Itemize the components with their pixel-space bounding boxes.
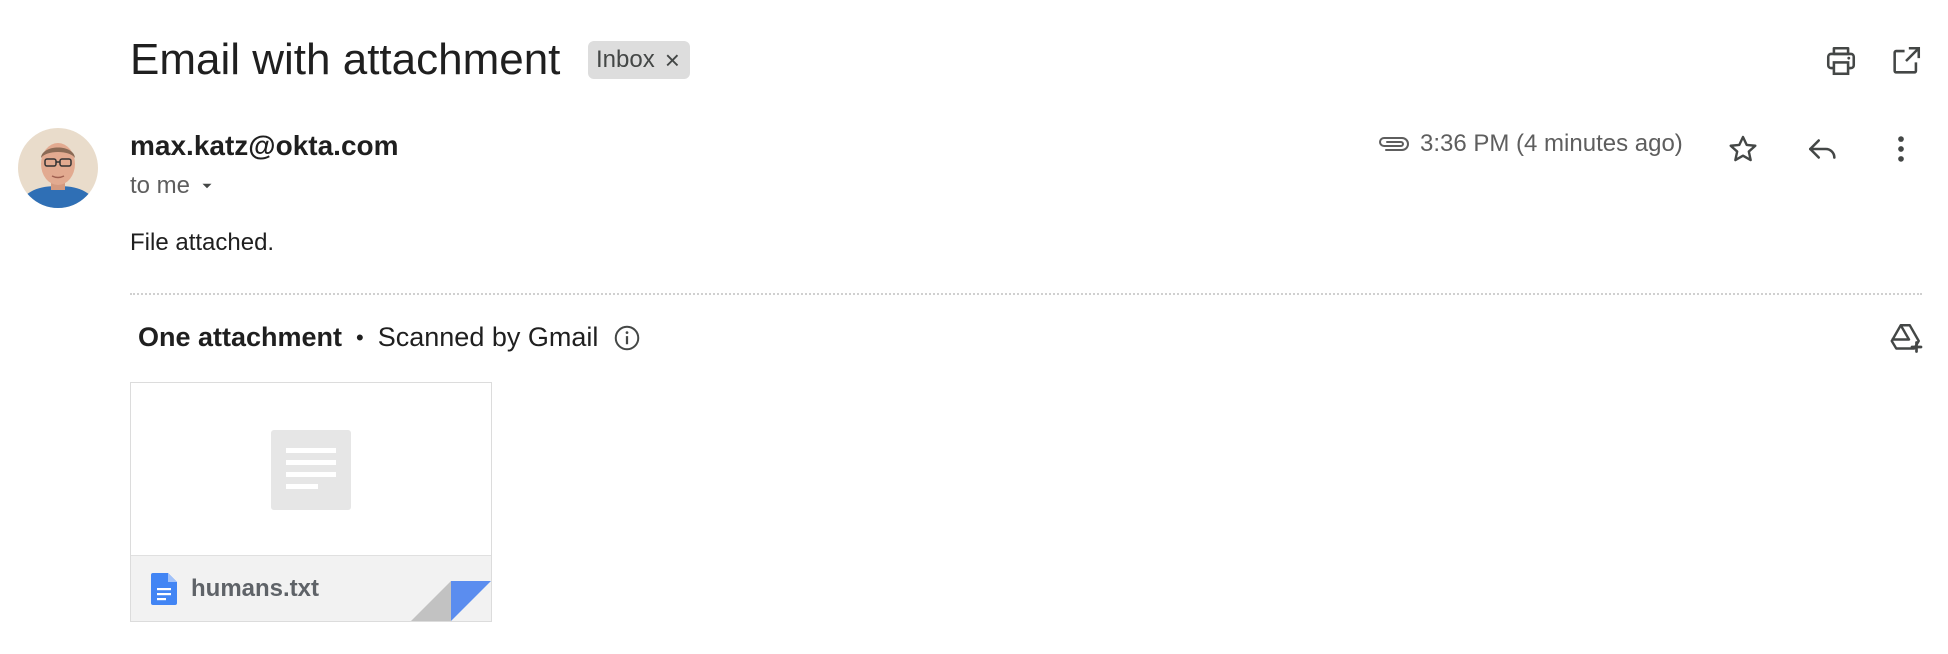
add-to-drive-icon	[1890, 324, 1923, 353]
print-button[interactable]	[1817, 37, 1865, 85]
print-icon	[1826, 46, 1856, 76]
attachments-header: One attachment • Scanned by Gmail	[138, 322, 642, 353]
sender-avatar[interactable]	[18, 128, 98, 208]
message-time: 3:36 PM (4 minutes ago)	[1420, 130, 1683, 157]
document-icon	[151, 572, 177, 605]
paperclip-icon	[1379, 137, 1409, 151]
reply-button[interactable]	[1799, 125, 1847, 173]
caret-down-icon	[202, 183, 212, 189]
separator-dot: •	[356, 324, 364, 350]
label-chip-text: Inbox	[596, 46, 655, 73]
attachment-file-name: humans.txt	[191, 574, 320, 602]
open-in-new-window-button[interactable]	[1882, 37, 1930, 85]
more-vert-icon	[1898, 136, 1904, 162]
attachment-card[interactable]: humans.txt	[130, 382, 492, 622]
sender-email[interactable]: max.katz@okta.com	[130, 128, 399, 164]
info-icon[interactable]	[612, 323, 642, 353]
open-in-new-icon	[1893, 46, 1921, 74]
email-subject: Email with attachment	[130, 35, 561, 84]
inbox-label-chip[interactable]: Inbox ×	[588, 41, 690, 79]
recipient-details-toggle[interactable]: to me	[130, 172, 216, 200]
message-body: File attached.	[130, 229, 275, 256]
message-meta: 3:36 PM (4 minutes ago)	[1376, 130, 1683, 158]
remove-label-button[interactable]: ×	[665, 41, 680, 79]
document-preview-icon	[271, 430, 351, 510]
scan-label: Scanned by Gmail	[377, 322, 599, 352]
add-all-to-drive-button[interactable]	[1882, 314, 1930, 362]
reply-icon	[1808, 139, 1836, 159]
star-icon	[1729, 135, 1757, 162]
star-button[interactable]	[1719, 125, 1767, 173]
more-options-button[interactable]	[1877, 125, 1925, 173]
attachment-count: One attachment	[138, 322, 343, 352]
attachment-preview	[131, 383, 491, 555]
folded-corner-icon	[411, 581, 491, 621]
recipient-label: to me	[130, 172, 191, 199]
attachment-divider	[130, 293, 1922, 295]
